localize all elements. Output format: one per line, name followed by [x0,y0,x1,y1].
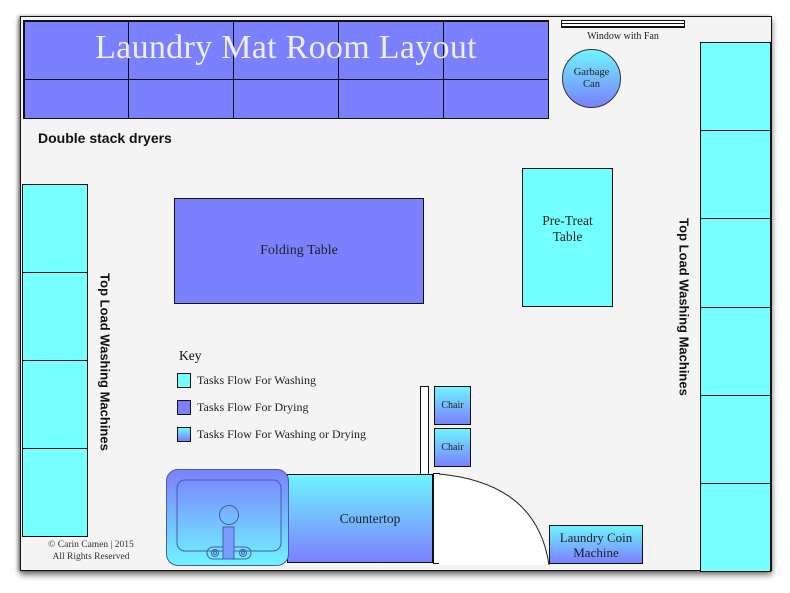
washer-unit [23,185,87,273]
chair-label: Chair [441,400,464,411]
key-item-label: Tasks Flow For Drying [197,400,309,414]
copyright-notice: © Carin Camen | 2015 All Rights Reserved [31,539,151,563]
laundry-coin-machine: Laundry Coin Machine [549,525,643,564]
dryer-unit [128,20,235,80]
pretreat-label-line1: Pre-Treat [542,212,593,228]
chair: Chair [434,428,471,467]
dryer-unit [442,20,549,80]
countertop-label: Countertop [339,510,401,526]
pretreat-table: Pre-Treat Table [522,168,613,307]
washers-left [22,184,88,537]
both-swatch-icon [177,427,191,442]
copyright-line1: © Carin Camen | 2015 [48,540,134,550]
washer-unit [701,307,770,396]
sink-basin-icon [176,479,282,560]
room-floor-plan: Laundry Mat Room Layout Double stack dry… [20,16,772,572]
coin-machine-label-line1: Laundry Coin [559,529,633,545]
washer-unit [23,449,87,536]
washer-unit [23,361,87,449]
garbage-can-label-line1: Garbage [573,66,610,78]
washer-unit [701,483,770,572]
copyright-line2: All Rights Reserved [52,552,130,562]
key-item-label: Tasks Flow For Washing or Drying [197,427,366,441]
garbage-can-label-line2: Can [583,78,600,90]
folding-table: Folding Table [174,198,424,304]
key-item-both: Tasks Flow For Washing or Drying [177,427,366,442]
chair: Chair [434,386,471,425]
key-item-drying: Tasks Flow For Drying [177,400,309,415]
washers-left-label: Top Load Washing Machines [97,273,113,451]
dryer-unit [128,78,235,119]
dryer-unit [23,78,130,119]
key-title: Key [179,348,202,363]
garbage-can: Garbage Can [562,49,621,108]
washer-unit [701,219,770,308]
door-swing-arc [438,473,550,565]
pretreat-label-line2: Table [552,228,583,244]
double-stack-dryers [23,20,549,119]
washer-unit [701,395,770,484]
washers-right-label-wrap: Top Load Washing Machines [676,207,692,407]
window-icon [561,20,685,28]
dryer-unit [337,20,444,80]
dryer-unit [23,20,130,80]
dryer-unit [233,20,339,80]
folding-table-label: Folding Table [260,243,338,258]
washers-right [700,42,771,572]
washing-swatch-icon [177,373,191,388]
countertop: Countertop [287,474,433,563]
dryers-label: Double stack dryers [38,130,172,146]
drying-swatch-icon [177,400,191,415]
chair-label: Chair [441,442,464,453]
dryer-unit [233,78,339,119]
washers-right-label: Top Load Washing Machines [676,218,692,396]
washer-unit [23,273,87,361]
sink-icon [166,469,289,566]
washer-unit [701,131,770,220]
washer-unit [701,43,770,132]
washers-left-label-wrap: Top Load Washing Machines [97,262,113,462]
window-label: Window with Fan [587,31,659,42]
coin-machine-label-line2: Machine [573,544,619,560]
dryer-unit [337,78,444,119]
partition-wall [420,386,429,475]
key-item-label: Tasks Flow For Washing [197,373,316,387]
dryer-unit [442,78,549,119]
key-item-washing: Tasks Flow For Washing [177,373,316,388]
